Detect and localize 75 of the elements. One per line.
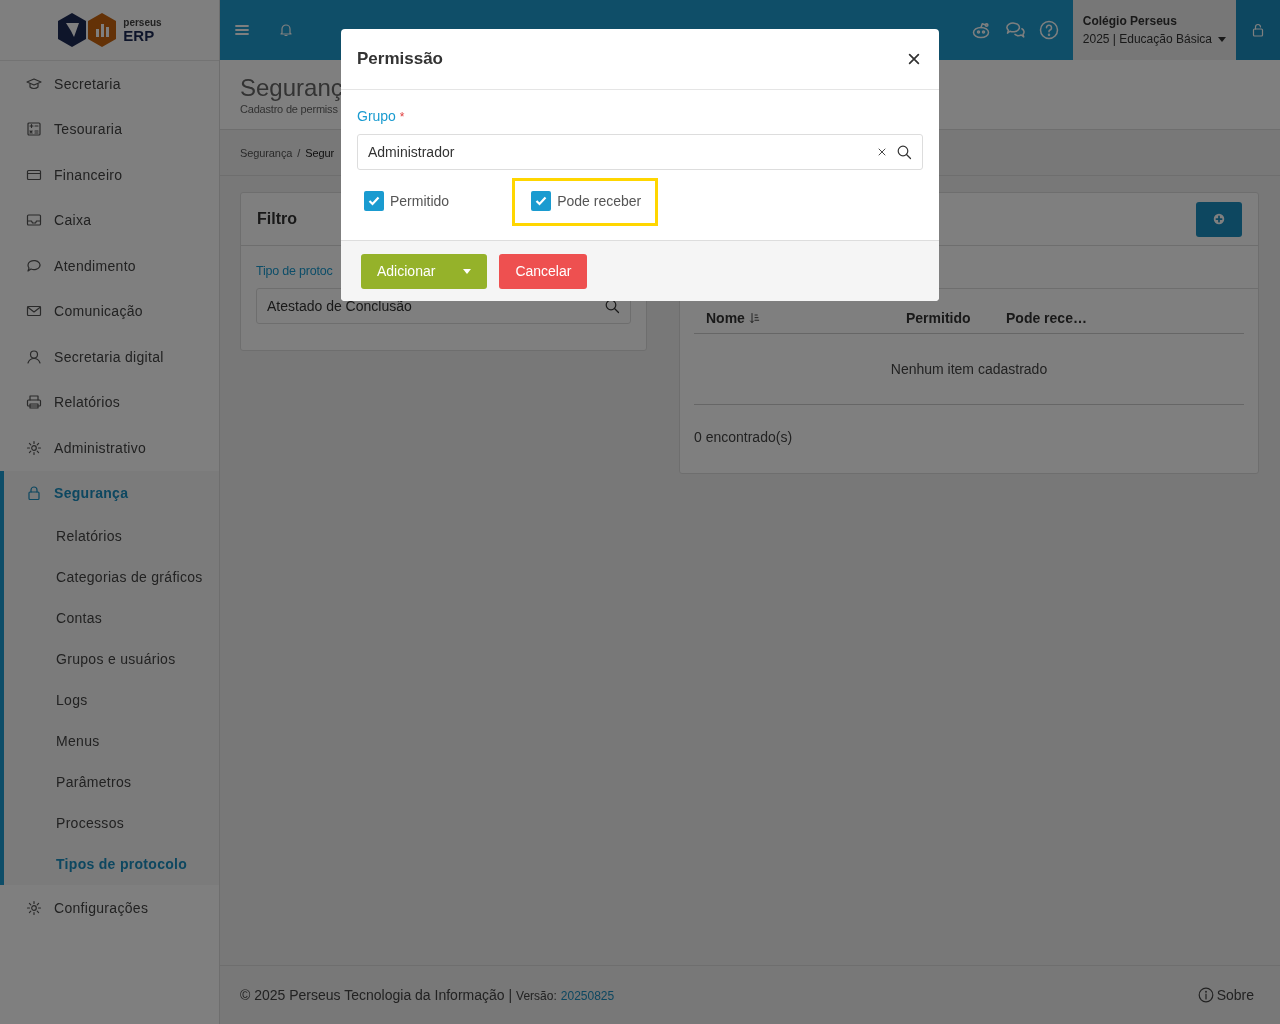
sidebar-subitem[interactable]: Relatórios (4, 516, 219, 557)
sidebar-item[interactable]: Configurações (0, 885, 219, 931)
input-field[interactable]: Administrador (357, 134, 923, 170)
search-icon (896, 144, 912, 160)
column-header[interactable]: Pode rece… (1006, 310, 1244, 326)
robot-icon (970, 20, 991, 40)
plus-circle-icon (1212, 212, 1226, 226)
logo-text: ERP (123, 27, 155, 43)
column-header[interactable]: Nome (706, 310, 906, 326)
version-link[interactable]: 20250825 (560, 989, 615, 1003)
column-header[interactable]: Permitido (906, 310, 1006, 326)
page-subtitle: Cadastro de permiss (240, 103, 338, 115)
card-title: Filtro (257, 210, 297, 228)
sidebar-item[interactable]: Secretaria digital (0, 334, 219, 380)
breadcrumb-link[interactable]: Segurança (240, 146, 293, 159)
sidebar-subitem[interactable]: Tipos de protocolo (4, 844, 219, 885)
required-mark: * (399, 110, 405, 124)
checkbox[interactable] (364, 191, 384, 211)
sidebar-subitem[interactable]: Menus (4, 721, 219, 762)
sidebar-subitem[interactable]: Processos (4, 803, 219, 844)
cancel-button[interactable]: Cancelar (499, 253, 588, 289)
sidebar-subitem[interactable]: Grupos e usuários (4, 639, 219, 680)
close-icon (907, 52, 921, 66)
breadcrumb-link[interactable]: Segur (305, 146, 335, 159)
clear-icon (876, 146, 888, 158)
check-icon (368, 196, 380, 206)
caret-icon (463, 268, 472, 274)
sidebar-item[interactable]: Relatórios (0, 379, 219, 425)
page-title: Seguranç (240, 76, 344, 100)
sidebar-subitem[interactable]: Categorias de gráficos (4, 557, 219, 598)
lock-icon (26, 485, 42, 502)
field-label: Grupo (357, 108, 396, 124)
chat-icon (1004, 20, 1025, 40)
sort-icon (748, 312, 761, 324)
about-link[interactable]: Sobre (1197, 987, 1254, 1003)
copyright-text: © 2025 Perseus Tecnologia da Informação | (240, 987, 513, 1003)
breadcrumb-separator: / (297, 146, 301, 159)
padlock-icon (1250, 22, 1266, 38)
help-icon (1038, 20, 1059, 40)
printer-icon (26, 394, 42, 411)
result-count: 0 encontrado(s) (694, 429, 794, 445)
empty-message: Nenhum item cadastrado (694, 334, 1244, 405)
graduation-cap-icon (26, 75, 42, 92)
field-label: Tipo de protoc (256, 264, 333, 278)
inbox-icon (26, 212, 42, 229)
sidebar-item[interactable]: Tesouraria (0, 106, 219, 152)
menu-icon (234, 22, 250, 38)
checkbox-option[interactable]: Pode receber (512, 178, 659, 226)
add-button[interactable] (1196, 201, 1242, 237)
info-icon (1197, 987, 1214, 1003)
sidebar-item[interactable]: Caixa (0, 197, 219, 243)
sidebar-item[interactable]: Financeiro (0, 152, 219, 198)
lock-button[interactable] (1236, 0, 1280, 60)
caret-icon (1218, 36, 1226, 42)
user-icon (26, 348, 42, 365)
sidebar-subitem[interactable]: Contas (4, 598, 219, 639)
dialog-title: Permissão (357, 49, 443, 69)
sidebar-subitem[interactable]: Parâmetros (4, 762, 219, 803)
school-selector[interactable]: Colégio Perseus 2025 | Educação Básica (1072, 0, 1236, 60)
calculator-icon (26, 121, 42, 138)
bell-icon (278, 22, 294, 38)
check-icon (535, 196, 548, 206)
sidebar-item[interactable]: Secretaria (0, 61, 219, 107)
sidebar-item[interactable]: Administrativo (0, 425, 219, 471)
sidebar-item[interactable]: Comunicação (0, 288, 219, 334)
version-label: Versão: (516, 989, 557, 1003)
logo-text: perseus (123, 17, 162, 28)
search-icon (604, 298, 620, 314)
sidebar-subitem[interactable]: Logs (4, 680, 219, 721)
checkbox[interactable] (531, 191, 552, 211)
add-button[interactable]: Adicionar (361, 253, 488, 289)
chat-icon (26, 257, 42, 274)
sidebar-item[interactable]: Segurança (4, 470, 219, 516)
sidebar-item[interactable]: Atendimento (0, 243, 219, 289)
checkbox-option[interactable]: Permitido (357, 178, 467, 226)
